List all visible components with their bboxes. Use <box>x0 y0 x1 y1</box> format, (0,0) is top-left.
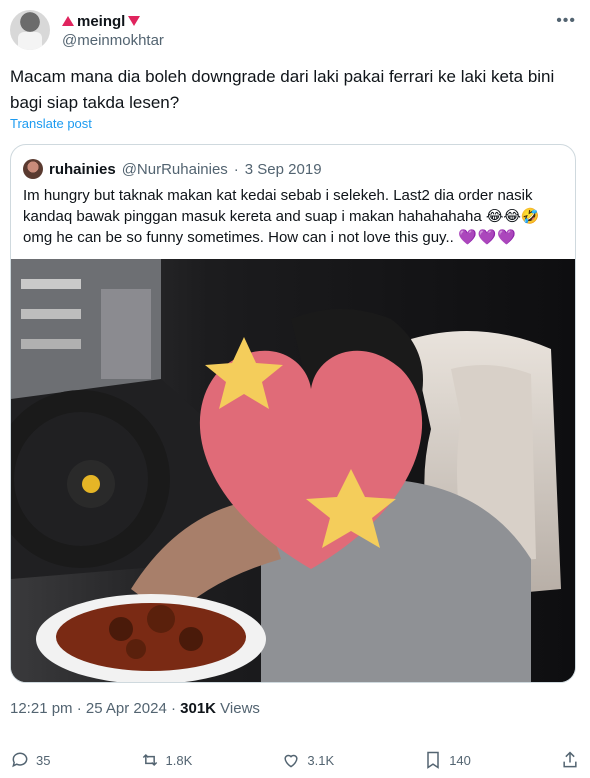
quoted-handle: @NurRuhainies <box>121 160 228 178</box>
quoted-date: 3 Sep 2019 <box>244 160 322 178</box>
tweet-text: Macam mana dia boleh downgrade dari laki… <box>10 67 555 112</box>
bookmark-icon <box>427 751 439 769</box>
action-bar: 35 1.8K 3.1K 140 <box>10 748 580 772</box>
author-name-line[interactable]: meingl <box>62 12 141 30</box>
views-count: 301K <box>180 700 216 717</box>
like-count: 3.1K <box>307 752 335 768</box>
bookmark-button[interactable]: 140 <box>423 750 471 770</box>
quoted-separator: · <box>233 160 239 178</box>
meta-separator-2: · <box>170 700 176 717</box>
like-icon <box>284 754 298 768</box>
reply-icon <box>12 752 28 768</box>
reply-count: 35 <box>36 752 51 768</box>
views-label: Views <box>216 700 260 717</box>
author-avatar[interactable] <box>10 10 50 50</box>
translate-link[interactable]: Translate post <box>10 116 92 131</box>
repost-icon <box>142 753 157 767</box>
tweet-date[interactable]: 25 Apr 2024 <box>86 700 167 717</box>
author-handle[interactable]: @meinmokhtar <box>62 32 164 49</box>
tweet-meta: 12:21 pm · 25 Apr 2024 · 301K Views <box>10 700 260 717</box>
triangle-down-icon <box>128 16 141 26</box>
meta-separator-1: · <box>76 700 82 717</box>
tweet-header: meingl @meinmokhtar ••• <box>10 10 580 54</box>
bookmark-count: 140 <box>449 752 471 768</box>
quoted-hearts: 💜💜💜 <box>457 229 517 246</box>
quoted-tweet[interactable]: ruhainies @NurRuhainies · 3 Sep 2019 Im … <box>10 144 576 683</box>
quoted-text-block: Im hungry but taknak makan kat kedai seb… <box>23 185 563 248</box>
author-display-name[interactable]: meingl <box>77 13 125 30</box>
quoted-header: ruhainies @NurRuhainies · 3 Sep 2019 <box>23 159 322 179</box>
share-button[interactable] <box>560 750 580 770</box>
like-button[interactable]: 3.1K <box>281 750 334 770</box>
repost-count: 1.8K <box>165 752 193 768</box>
quoted-avatar <box>23 159 43 179</box>
tweet-time[interactable]: 12:21 pm <box>10 700 73 717</box>
share-icon <box>563 751 577 768</box>
triangle-up-icon <box>62 16 74 26</box>
quoted-photo[interactable] <box>11 259 575 682</box>
quoted-display-name: ruhainies <box>49 160 116 178</box>
car-interior-photo <box>11 259 575 682</box>
more-icon[interactable]: ••• <box>556 12 576 30</box>
reply-button[interactable]: 35 <box>10 750 50 770</box>
repost-button[interactable]: 1.8K <box>140 750 193 770</box>
